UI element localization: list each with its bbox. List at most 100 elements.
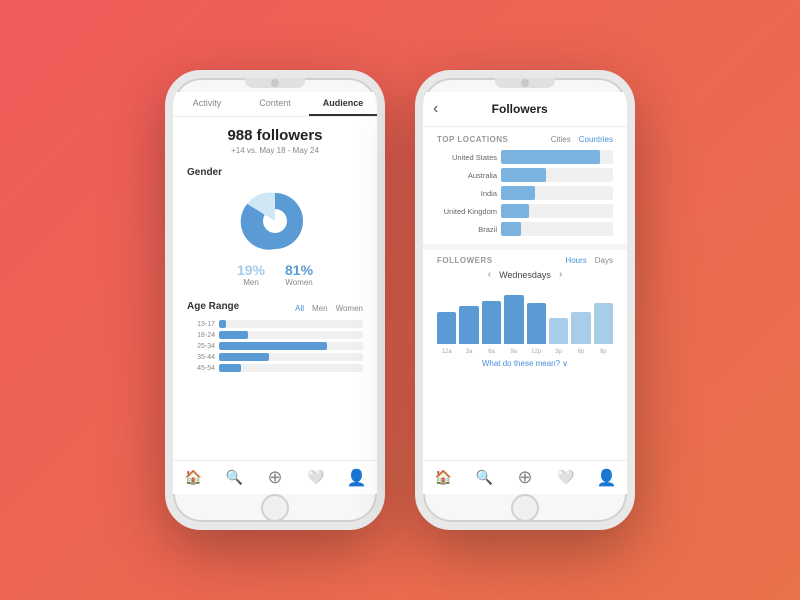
followers-count: 988 followers <box>173 127 377 144</box>
locations-filters: Cities Countries <box>551 135 613 144</box>
location-name-us: United States <box>437 153 497 162</box>
chart-filter-hours[interactable]: Hours <box>565 256 586 265</box>
tab-content[interactable]: Content <box>241 98 309 116</box>
bottom-nav-heart-2[interactable]: 🤍 <box>545 467 586 488</box>
phone-2-screen: ‹ Followers TOP LOCATIONS Cities Countri… <box>423 92 627 494</box>
audience-header: 988 followers +14 vs. May 18 - May 24 <box>173 117 377 161</box>
location-bar-bg-in <box>501 186 613 200</box>
bottom-nav-home-2[interactable]: 🏠 <box>423 467 464 488</box>
bar-label-9p: 9p <box>594 349 613 355</box>
age-label-4554: 45-54 <box>187 365 215 372</box>
age-bar-bg-1824 <box>219 331 363 339</box>
age-label-1824: 18-24 <box>187 332 215 339</box>
bottom-nav-home-1[interactable]: 🏠 <box>173 467 214 488</box>
phone1-bottom-nav: 🏠 🔍 ⊕ 🤍 👤 <box>173 460 377 494</box>
locations-title: TOP LOCATIONS <box>437 135 508 144</box>
age-filter-men[interactable]: Men <box>312 304 328 313</box>
nav-tabs: Activity Content Audience <box>173 92 377 117</box>
bar-label-12p: 12p <box>527 349 546 355</box>
age-label-3544: 35-44 <box>187 354 215 361</box>
what-mean-link[interactable]: What do these mean? ∨ <box>437 355 613 372</box>
pie-legend: 19% Men 81% Women <box>237 262 313 287</box>
bar-col-6p <box>571 286 590 344</box>
bar-label-6p: 6p <box>571 349 590 355</box>
bar-label-6a: 6a <box>482 349 501 355</box>
location-au: Australia <box>437 168 613 182</box>
phone-notch-1 <box>245 78 305 88</box>
bar-label-3a: 3a <box>459 349 478 355</box>
age-bar-bg-3544 <box>219 353 363 361</box>
phone1-home-button[interactable] <box>261 494 289 522</box>
filter-cities[interactable]: Cities <box>551 135 571 144</box>
location-bar-fill-au <box>501 168 546 182</box>
followers-header: ‹ Followers <box>423 92 627 127</box>
followers-sub: +14 vs. May 18 - May 24 <box>173 146 377 155</box>
bar-col-3p <box>549 286 568 344</box>
age-filter-all[interactable]: All <box>295 304 304 313</box>
location-bar-fill-in <box>501 186 535 200</box>
bottom-nav-add-2[interactable]: ⊕ <box>505 467 546 488</box>
chart-title: FOLLOWERS <box>437 256 493 265</box>
location-name-br: Brazil <box>437 225 497 234</box>
phone-1: Activity Content Audience 988 followers … <box>165 70 385 530</box>
women-percent: 81% <box>285 262 313 278</box>
age-filters: All Men Women <box>295 304 363 313</box>
chart-nav-next[interactable]: › <box>559 269 562 280</box>
chart-nav-label: Wednesdays <box>499 270 551 280</box>
age-bar-fill-3544 <box>219 353 269 361</box>
location-name-in: India <box>437 189 497 198</box>
tab-audience[interactable]: Audience <box>309 98 377 116</box>
chart-filter-days[interactable]: Days <box>595 256 613 265</box>
age-section: Age Range All Men Women 13-17 18-24 <box>173 297 377 379</box>
location-bar-fill-uk <box>501 204 529 218</box>
age-header: Age Range All Men Women <box>187 301 363 316</box>
bar-col-12a <box>437 286 456 344</box>
age-row-4554: 45-54 <box>187 364 363 372</box>
age-bar-bg-1317 <box>219 320 363 328</box>
followers-title: Followers <box>438 102 601 116</box>
bar-col-9p <box>594 286 613 344</box>
location-in: India <box>437 186 613 200</box>
location-name-au: Australia <box>437 171 497 180</box>
phone-2: ‹ Followers TOP LOCATIONS Cities Countri… <box>415 70 635 530</box>
bottom-nav-add-1[interactable]: ⊕ <box>255 467 296 488</box>
gender-section: Gender 19% Me <box>173 161 377 297</box>
bar-fill-12p <box>527 303 546 344</box>
bottom-nav-heart-1[interactable]: 🤍 <box>295 467 336 488</box>
location-uk: United Kingdom <box>437 204 613 218</box>
bar-fill-12a <box>437 312 456 344</box>
chart-filters: Hours Days <box>565 256 613 265</box>
bar-fill-9p <box>594 303 613 344</box>
age-label-2534: 25-34 <box>187 343 215 350</box>
location-us: United States <box>437 150 613 164</box>
location-bar-bg-uk <box>501 204 613 218</box>
bottom-nav-profile-2[interactable]: 👤 <box>586 467 627 488</box>
bottom-nav-search-2[interactable]: 🔍 <box>464 467 505 488</box>
age-label-1317: 13-17 <box>187 321 215 328</box>
age-bar-fill-2534 <box>219 342 327 350</box>
tab-activity[interactable]: Activity <box>173 98 241 116</box>
gender-title: Gender <box>187 167 363 178</box>
age-bar-fill-1824 <box>219 331 248 339</box>
location-bar-bg-br <box>501 222 613 236</box>
age-title: Age Range <box>187 301 239 312</box>
bar-fill-9a <box>504 295 523 344</box>
bottom-nav-profile-1[interactable]: 👤 <box>336 467 377 488</box>
women-stat: 81% Women <box>285 262 313 287</box>
bar-label-9a: 9a <box>504 349 523 355</box>
age-bar-bg-4554 <box>219 364 363 372</box>
phone-notch-2 <box>495 78 555 88</box>
chart-nav-prev[interactable]: ‹ <box>488 269 491 280</box>
men-stat: 19% Men <box>237 262 265 287</box>
age-row-2534: 25-34 <box>187 342 363 350</box>
locations-header: TOP LOCATIONS Cities Countries <box>437 135 613 144</box>
age-filter-women[interactable]: Women <box>336 304 363 313</box>
bottom-nav-search-1[interactable]: 🔍 <box>214 467 255 488</box>
bar-col-9a <box>504 286 523 344</box>
location-name-uk: United Kingdom <box>437 207 497 216</box>
top-locations-section: TOP LOCATIONS Cities Countries United St… <box>423 127 627 244</box>
bar-fill-6a <box>482 301 501 345</box>
location-bar-bg-us <box>501 150 613 164</box>
phone2-home-button[interactable] <box>511 494 539 522</box>
filter-countries[interactable]: Countries <box>579 135 613 144</box>
